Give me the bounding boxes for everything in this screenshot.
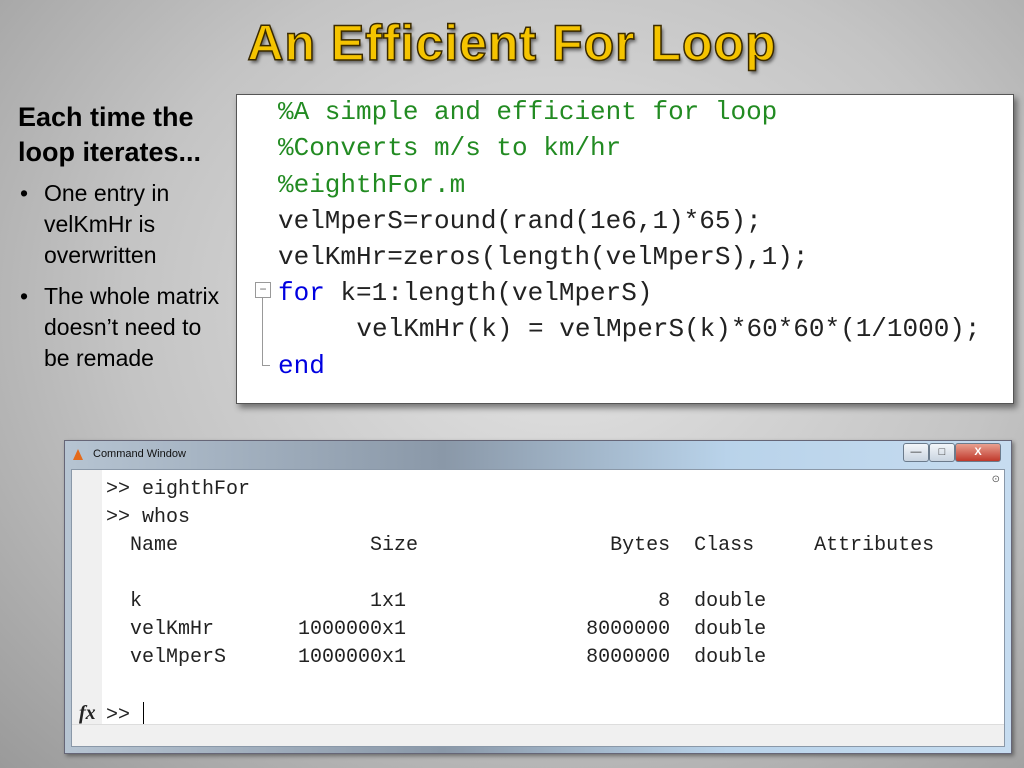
title-bar[interactable]: Command Window — □ X [65, 441, 1011, 469]
whos-row: k 1x1 8 double [106, 590, 767, 613]
close-button[interactable]: X [955, 443, 1001, 462]
window-title: Command Window [93, 448, 186, 460]
code-text: k=1:length(velMperS) [324, 278, 653, 308]
code-line: %A simple and efficient for loop [278, 97, 778, 127]
slide-heading: Each time the loop iterates... [18, 102, 202, 167]
bullet: • One entry in velKmHr is overwritten [20, 180, 170, 268]
slide-title: An Efficient For Loop [247, 14, 777, 72]
command-output[interactable]: >> eighthFor >> whos Name Size Bytes Cla… [71, 469, 1005, 747]
code-line: for k=1:length(velMperS) [278, 278, 652, 308]
keyword-end: end [278, 351, 325, 381]
fold-collapse-icon[interactable]: − [255, 282, 271, 298]
code-line: %eighthFor.m [278, 170, 466, 200]
minimize-button[interactable]: — [903, 443, 929, 462]
whos-row: velKmHr 1000000x1 8000000 double [106, 618, 767, 641]
code-line: velKmHr(k) = velMperS(k)*60*60*(1/1000); [294, 314, 981, 344]
output-line: >> whos [106, 506, 191, 529]
fold-line [262, 298, 270, 366]
maximize-button[interactable]: □ [929, 443, 955, 462]
code-editor: %A simple and efficient for loop %Conver… [236, 94, 1014, 404]
options-menu-icon[interactable]: ⊙ [992, 474, 1000, 485]
code-line: %Converts m/s to km/hr [278, 133, 622, 163]
bullet: • The whole matrix doesn’t need to be rem… [20, 283, 220, 371]
whos-header: Name Size Bytes Class Attributes [106, 534, 935, 557]
keyword-for: for [278, 278, 325, 308]
whos-row: velMperS 1000000x1 8000000 double [106, 646, 767, 669]
matlab-logo-icon [73, 449, 83, 460]
status-bar [72, 724, 1004, 746]
code-line: velKmHr=zeros(length(velMperS),1); [278, 242, 809, 272]
bullet-text: One entry in velKmHr is overwritten [44, 180, 170, 268]
command-window: Command Window — □ X >> eighthFor >> who… [64, 440, 1012, 754]
output-line: >> eighthFor [106, 478, 251, 501]
slide-text: Each time the loop iterates... • One entr… [18, 100, 233, 384]
code-line: velMperS=round(rand(1e6,1)*65); [278, 206, 762, 236]
function-browser-icon[interactable]: fx [79, 702, 96, 725]
bullet-text: The whole matrix doesn’t need to be rema… [44, 283, 220, 371]
